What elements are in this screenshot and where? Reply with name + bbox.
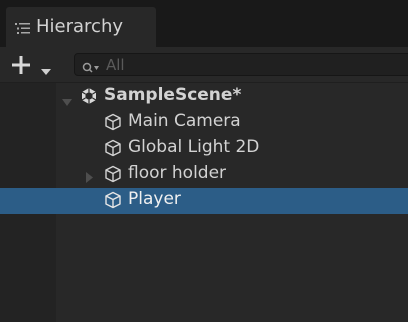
tab-bar: Hierarchy — [0, 0, 408, 47]
tree-row-selected[interactable]: Player — [0, 188, 408, 214]
tree-row[interactable]: Global Light 2D — [0, 136, 408, 162]
search-placeholder: All — [106, 56, 125, 74]
hierarchy-panel: All SampleScene* Main Camera Global Ligh… — [0, 47, 408, 322]
gameobject-cube-icon — [104, 139, 122, 161]
tree-row-scene[interactable]: SampleScene* — [0, 84, 408, 110]
hierarchy-list-icon — [15, 20, 30, 39]
object-name: Player — [128, 189, 181, 209]
object-name: Global Light 2D — [128, 137, 260, 157]
tab-hierarchy[interactable]: Hierarchy — [6, 7, 156, 47]
object-name: Main Camera — [128, 111, 241, 131]
hierarchy-toolbar: All — [0, 47, 408, 83]
plus-icon — [12, 56, 30, 78]
scene-name: SampleScene* — [104, 85, 242, 105]
search-filter-icon — [82, 59, 100, 78]
unity-scene-icon — [80, 87, 98, 109]
tree-row[interactable]: floor holder — [0, 162, 408, 188]
search-input[interactable]: All — [74, 53, 408, 76]
tree-row[interactable]: Main Camera — [0, 110, 408, 136]
gameobject-cube-icon — [104, 191, 122, 213]
caret-down-icon — [41, 61, 51, 80]
gameobject-cube-icon — [104, 165, 122, 187]
add-object-button[interactable] — [8, 52, 58, 76]
tab-title: Hierarchy — [36, 16, 124, 37]
gameobject-cube-icon — [104, 113, 122, 135]
hierarchy-tree: SampleScene* Main Camera Global Light 2D… — [0, 84, 408, 322]
object-name: floor holder — [128, 163, 227, 183]
foldout-collapsed-icon[interactable] — [86, 168, 94, 187]
foldout-expanded-icon[interactable] — [62, 92, 72, 111]
